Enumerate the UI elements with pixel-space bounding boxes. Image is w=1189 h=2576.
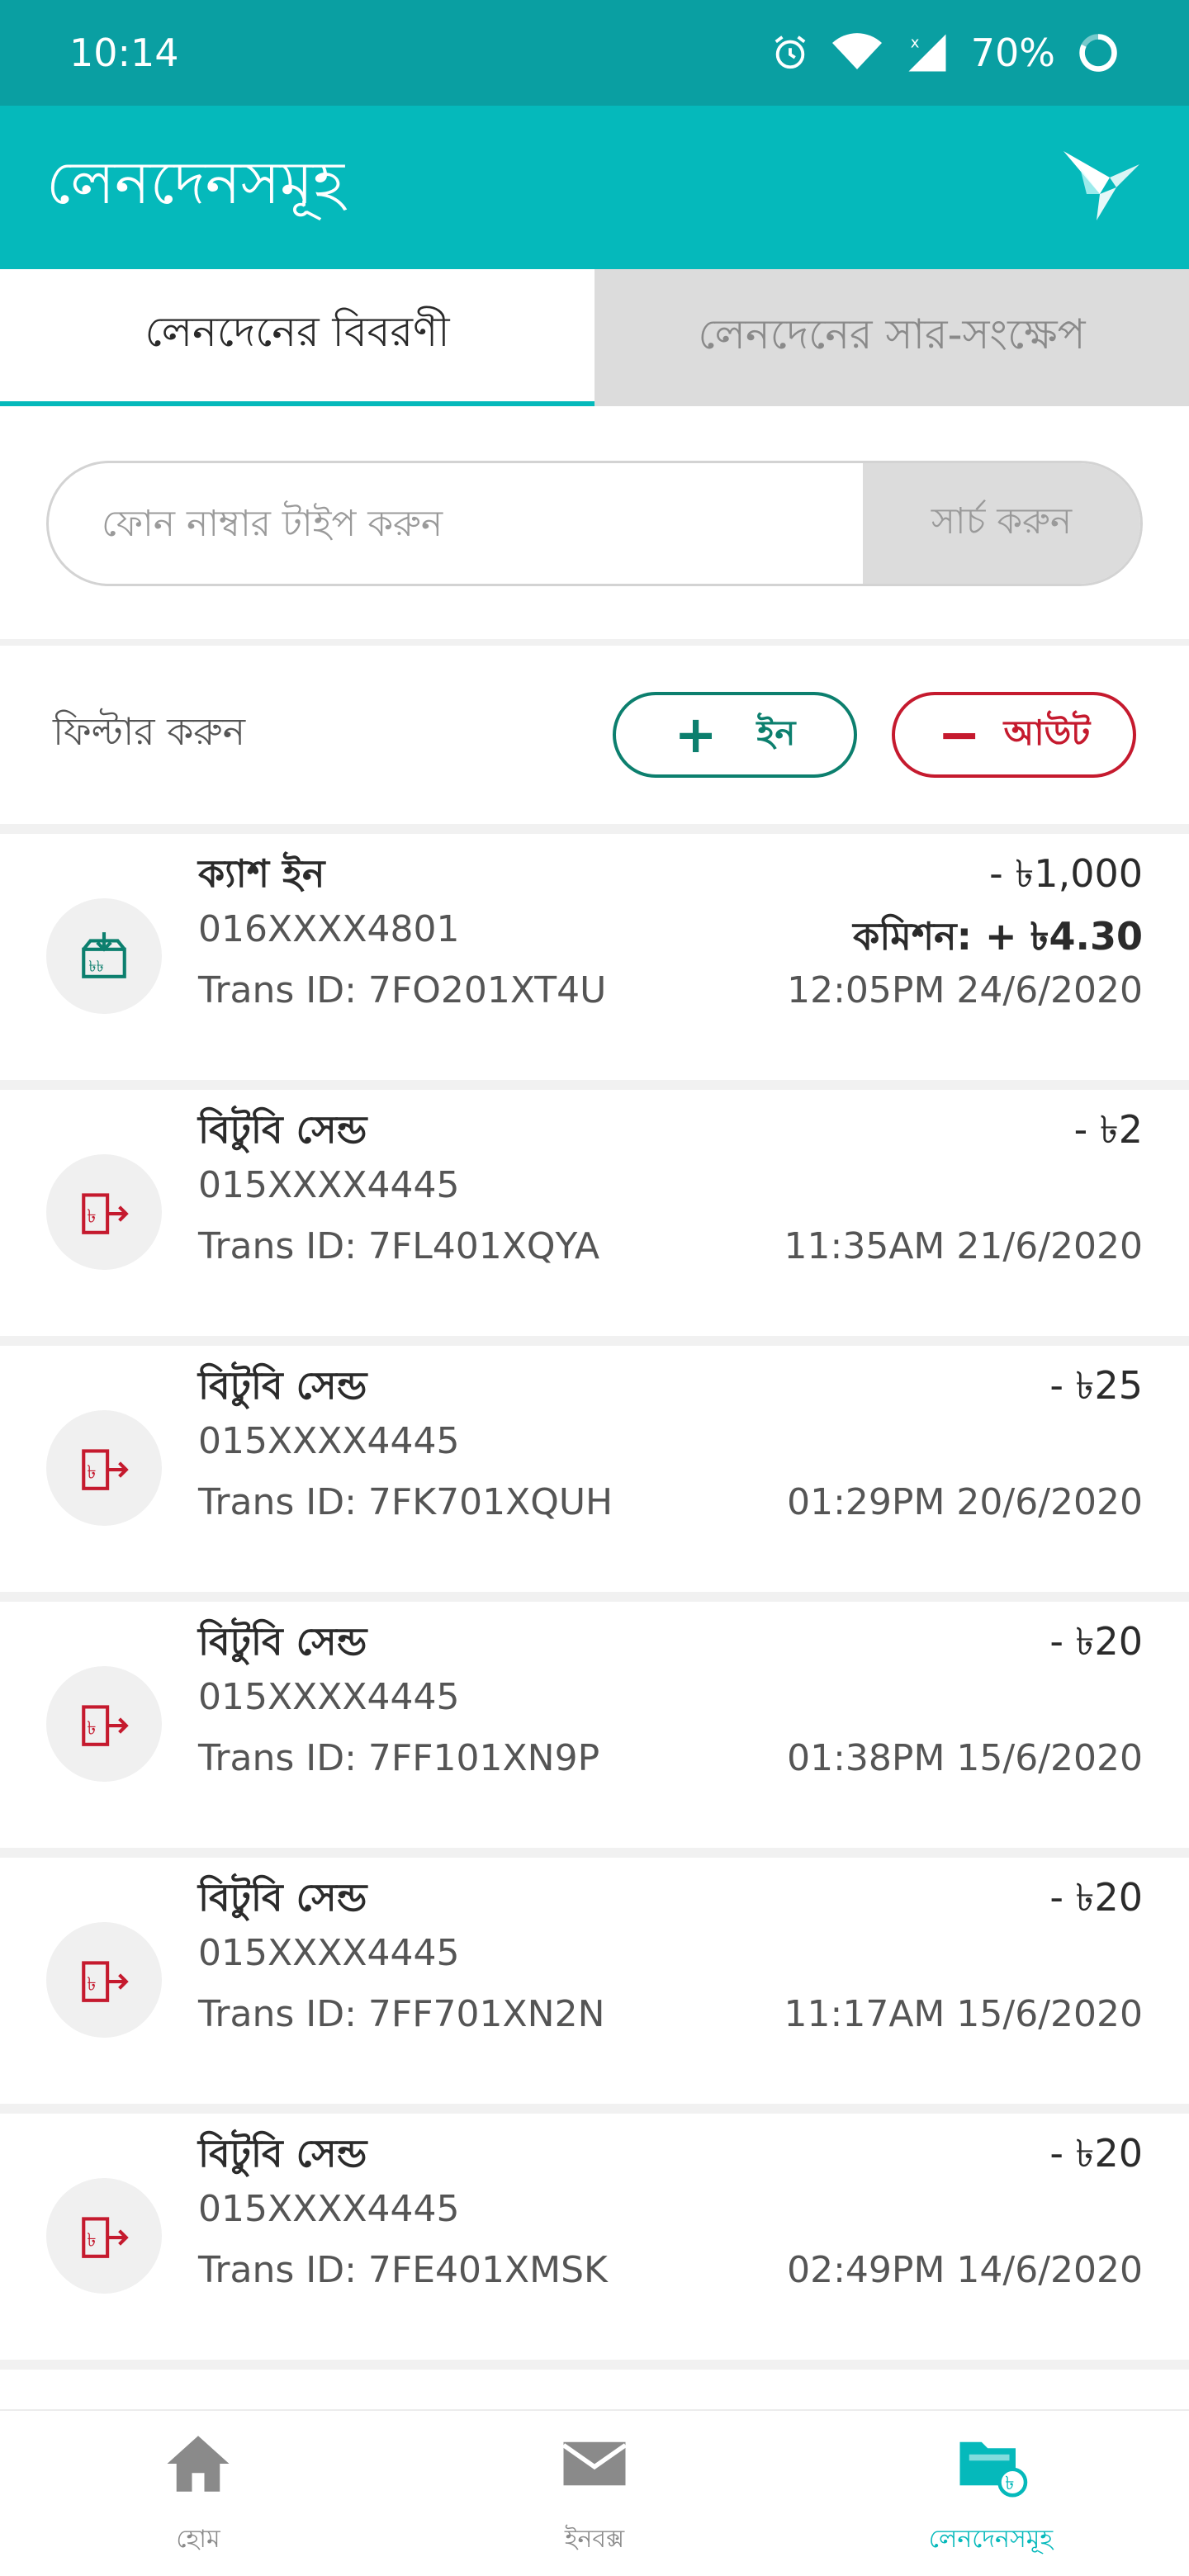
divider bbox=[0, 1592, 1189, 1602]
phone-search-input[interactable] bbox=[49, 463, 863, 584]
transaction-row[interactable]: ৳ বিটুবি সেন্ড 015XXXX4445 Trans ID: 7FF… bbox=[0, 1602, 1189, 1848]
filter-in-label: ইন bbox=[756, 712, 796, 753]
transaction-id: Trans ID: 7FE401XMSK bbox=[198, 2249, 608, 2291]
nav-home[interactable]: হোম bbox=[0, 2411, 396, 2576]
b2b-send-icon: ৳ bbox=[46, 1410, 162, 1526]
svg-text:৳: ৳ bbox=[87, 1461, 96, 1483]
transaction-id: Trans ID: 7FO201XT4U bbox=[198, 969, 607, 1011]
divider bbox=[0, 1336, 1189, 1346]
divider bbox=[0, 1848, 1189, 1858]
svg-text:৳৳: ৳৳ bbox=[88, 959, 103, 976]
transaction-datetime: 01:38PM 15/6/2020 bbox=[787, 1737, 1143, 1779]
transaction-type: বিটুবি সেন্ড bbox=[198, 2131, 367, 2176]
status-time: 10:14 bbox=[69, 31, 179, 75]
b2b-send-icon: ৳ bbox=[46, 1666, 162, 1782]
battery-percent: 70% bbox=[970, 31, 1055, 75]
transaction-id: Trans ID: 7FL401XQYA bbox=[198, 1225, 600, 1267]
transaction-amount: - ৳20 bbox=[1049, 1619, 1143, 1664]
svg-text:৳: ৳ bbox=[1005, 2473, 1014, 2494]
svg-text:৳: ৳ bbox=[87, 1973, 96, 1995]
app-bar: লেনদেনসমূহ bbox=[0, 106, 1189, 269]
battery-icon bbox=[1077, 31, 1120, 74]
nav-inbox-label: ইনবক্স bbox=[564, 2524, 625, 2554]
transaction-type: ক্যাশ ইন bbox=[198, 851, 325, 896]
filter-out-button[interactable]: − আউট bbox=[892, 692, 1136, 778]
b2b-send-icon: ৳ bbox=[46, 1922, 162, 2038]
divider bbox=[0, 2104, 1189, 2114]
tab-bar: লেনদেনের বিবরণী লেনদেনের সার-সংক্ষেপ bbox=[0, 269, 1189, 406]
transaction-amount: - ৳20 bbox=[1049, 2131, 1143, 2176]
transaction-amount: - ৳1,000 bbox=[989, 851, 1143, 896]
transaction-type: বিটুবি সেন্ড bbox=[198, 1619, 367, 1664]
alarm-icon bbox=[771, 34, 809, 72]
transaction-amount: - ৳2 bbox=[1073, 1107, 1143, 1152]
transaction-row[interactable]: ৳ বিটুবি সেন্ড 015XXXX4445 Trans ID: 7FL… bbox=[0, 1090, 1189, 1336]
transaction-amount: - ৳25 bbox=[1049, 1363, 1143, 1408]
transaction-id: Trans ID: 7FF101XN9P bbox=[198, 1737, 600, 1779]
transaction-amount: - ৳20 bbox=[1049, 1875, 1143, 1920]
svg-text:x: x bbox=[911, 34, 920, 51]
signal-icon: x bbox=[905, 31, 950, 75]
transaction-id: Trans ID: 7FF701XN2N bbox=[198, 1993, 605, 2035]
transaction-datetime: 12:05PM 24/6/2020 bbox=[787, 969, 1143, 1011]
nav-home-label: হোম bbox=[176, 2524, 220, 2554]
nav-transactions-label: লেনদেনসমূহ bbox=[928, 2524, 1054, 2554]
transaction-row[interactable]: ৳ বিটুবি সেন্ড 015XXXX4445 Trans ID: 7FF… bbox=[0, 1858, 1189, 2104]
transaction-row[interactable]: ৳ বিটুবি সেন্ড 015XXXX4445 Trans ID: 7FK… bbox=[0, 1346, 1189, 1592]
filter-row: ফিল্টার করুন + ইন − আউট bbox=[0, 646, 1189, 824]
search-box: সার্চ করুন bbox=[46, 461, 1143, 586]
bottom-nav: হোম ইনবক্স ৳ লেনদেনসমূহ bbox=[0, 2409, 1189, 2576]
tab-transaction-summary[interactable]: লেনদেনের সার-সংক্ষেপ bbox=[594, 269, 1189, 406]
svg-text:৳: ৳ bbox=[87, 1205, 96, 1227]
transaction-phone: 015XXXX4445 bbox=[198, 1932, 460, 1974]
svg-text:৳: ৳ bbox=[87, 2229, 96, 2251]
filter-label: ফিল্টার করুন bbox=[53, 709, 246, 754]
divider bbox=[0, 2360, 1189, 2370]
divider bbox=[0, 824, 1189, 834]
transaction-datetime: 11:17AM 15/6/2020 bbox=[784, 1993, 1143, 2035]
home-icon bbox=[161, 2427, 235, 2507]
transaction-phone: 015XXXX4445 bbox=[198, 1164, 460, 1206]
transaction-phone: 015XXXX4445 bbox=[198, 1676, 460, 1718]
wifi-icon bbox=[831, 32, 883, 73]
b2b-send-icon: ৳ bbox=[46, 2178, 162, 2294]
transaction-row[interactable]: ৳৳ ক্যাশ ইন 016XXXX4801 Trans ID: 7FO201… bbox=[0, 834, 1189, 1080]
svg-text:৳: ৳ bbox=[87, 1717, 96, 1739]
transaction-datetime: 11:35AM 21/6/2020 bbox=[784, 1225, 1143, 1267]
minus-icon: − bbox=[937, 704, 981, 765]
transaction-type: বিটুবি সেন্ড bbox=[198, 1875, 367, 1920]
transaction-row[interactable]: ৳ বিটুবি সেন্ড 015XXXX4445 Trans ID: 7FE… bbox=[0, 2114, 1189, 2360]
nav-inbox[interactable]: ইনবক্স bbox=[396, 2411, 793, 2576]
transaction-datetime: 02:49PM 14/6/2020 bbox=[787, 2249, 1143, 2291]
transaction-commission: কমিশন: + ৳4.30 bbox=[853, 914, 1143, 959]
search-button[interactable]: সার্চ করুন bbox=[863, 463, 1140, 584]
transaction-type: বিটুবি সেন্ড bbox=[198, 1107, 367, 1152]
plus-icon: + bbox=[674, 704, 718, 765]
transactions-folder-icon: ৳ bbox=[954, 2427, 1028, 2507]
b2b-send-icon: ৳ bbox=[46, 1154, 162, 1270]
filter-in-button[interactable]: + ইন bbox=[613, 692, 857, 778]
transaction-id: Trans ID: 7FK701XQUH bbox=[198, 1481, 613, 1523]
mail-icon bbox=[557, 2427, 632, 2507]
nav-transactions[interactable]: ৳ লেনদেনসমূহ bbox=[793, 2411, 1189, 2576]
status-bar: 10:14 x 70% bbox=[0, 0, 1189, 106]
filter-out-label: আউট bbox=[1003, 712, 1091, 753]
divider bbox=[0, 639, 1189, 646]
page-title: লেনদেনসমূহ bbox=[46, 148, 344, 217]
bird-logo-icon bbox=[1060, 144, 1143, 230]
transaction-datetime: 01:29PM 20/6/2020 bbox=[787, 1481, 1143, 1523]
search-section: সার্চ করুন bbox=[0, 406, 1189, 639]
cash-in-icon: ৳৳ bbox=[46, 898, 162, 1014]
status-icons: x 70% bbox=[771, 31, 1120, 75]
tab-transaction-details[interactable]: লেনদেনের বিবরণী bbox=[0, 269, 594, 406]
transaction-type: বিটুবি সেন্ড bbox=[198, 1363, 367, 1408]
divider bbox=[0, 1080, 1189, 1090]
transaction-phone: 016XXXX4801 bbox=[198, 908, 460, 950]
partial-transaction-row bbox=[0, 2370, 1189, 2409]
transaction-phone: 015XXXX4445 bbox=[198, 1420, 460, 1462]
transaction-phone: 015XXXX4445 bbox=[198, 2188, 460, 2230]
